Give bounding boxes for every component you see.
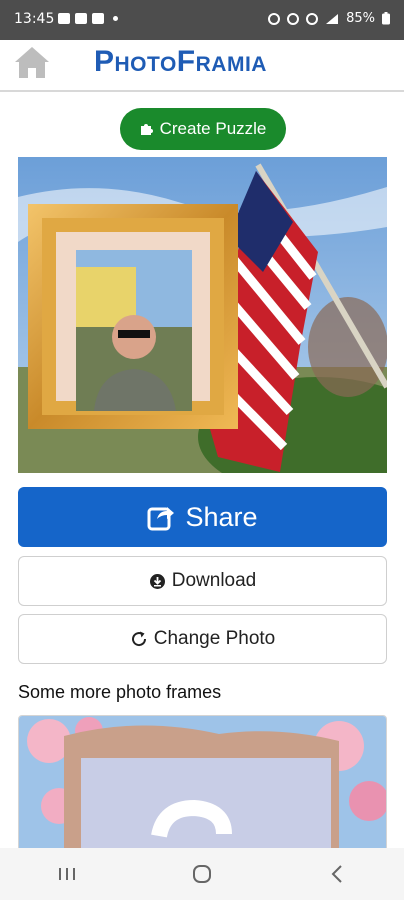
system-icons: 85%: [268, 11, 390, 26]
mail-notification-icon: [92, 13, 104, 24]
download-button[interactable]: Download: [18, 556, 387, 606]
back-nav-button[interactable]: [322, 859, 352, 889]
cherry-blossom-frame-image: [19, 716, 386, 854]
frame-thumbnail[interactable]: [18, 715, 387, 855]
recent-apps-icon: [59, 868, 76, 880]
puzzle-icon: [140, 124, 153, 135]
change-photo-label: Change Photo: [153, 628, 276, 649]
status-time: 13:45: [14, 11, 55, 27]
more-frames-title: Some more photo frames: [18, 682, 222, 702]
back-icon: [331, 865, 342, 883]
battery-icon: [382, 12, 390, 25]
framed-photo-preview: [18, 157, 387, 473]
share-label: Share: [185, 501, 258, 532]
share-icon: [147, 507, 175, 531]
signal-icon: [326, 13, 339, 24]
refresh-icon: [131, 631, 146, 647]
alarm-icon: [268, 12, 281, 25]
wifi-icon: [306, 12, 319, 25]
mute-icon: [287, 12, 300, 25]
home-icon[interactable]: [12, 42, 52, 82]
framed-photo-image: [18, 157, 387, 473]
youtube-notification-icon: [75, 13, 87, 24]
status-bar: 13:45 85%: [0, 0, 404, 40]
recent-apps-button[interactable]: [52, 859, 82, 889]
home-circle-icon: [192, 865, 211, 883]
download-icon: [149, 573, 165, 589]
notification-icons: [58, 13, 118, 24]
create-puzzle-label: Create Puzzle: [159, 119, 267, 138]
share-button[interactable]: Share: [18, 487, 387, 547]
app-header: PhotoFramia: [0, 40, 404, 92]
home-nav-button[interactable]: [187, 859, 217, 889]
gallery-notification-icon: [58, 13, 70, 24]
create-puzzle-button[interactable]: Create Puzzle: [120, 108, 286, 150]
change-photo-button[interactable]: Change Photo: [18, 614, 387, 664]
battery-percent: 85%: [346, 11, 375, 26]
more-notifications-icon: [113, 16, 118, 21]
download-label: Download: [171, 570, 257, 591]
app-logo[interactable]: PhotoFramia: [94, 45, 267, 79]
system-nav-bar: [0, 848, 404, 900]
